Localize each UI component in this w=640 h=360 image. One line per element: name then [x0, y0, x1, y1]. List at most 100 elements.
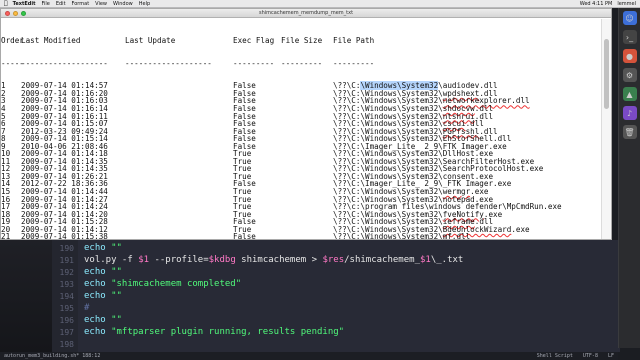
clock[interactable]: Wed 4:11 PM	[580, 1, 613, 7]
line-number: 196	[59, 315, 74, 325]
divider-cell: -----	[1, 58, 24, 68]
code-editor[interactable]: 190 echo "" 191 vol.py -f $1 --profile=$kdb…	[52, 240, 620, 352]
table-cell	[125, 82, 233, 90]
dock: ☺ ›_ ● ⚙ ▲ ♪ 🗑	[618, 8, 640, 348]
status-file-info: autorun_mem3_building.sh* 188:12	[4, 353, 101, 359]
code-text: echo ""	[84, 267, 122, 277]
table-cell	[125, 113, 233, 121]
table-cell	[125, 188, 233, 196]
line-number: 192	[59, 267, 74, 277]
table-cell	[281, 90, 333, 98]
status-encoding[interactable]: UTF-8	[583, 353, 598, 359]
table-cell	[281, 113, 333, 121]
table-cell	[125, 120, 233, 128]
table-cell	[125, 128, 233, 136]
line-number: 190	[59, 243, 74, 253]
window-title: shimcachemem_memdump_mem_txt	[258, 10, 354, 16]
settings-icon[interactable]: ⚙	[622, 68, 637, 82]
document-text[interactable]: Order Last Modified Last Update Exec Fla…	[1, 19, 601, 239]
file-path-cell: \??\C:\Windows\System32\mf.dll	[333, 232, 471, 239]
table-cell	[281, 165, 333, 173]
line-number: 193	[59, 279, 74, 289]
textedit-window: shimcachemem_memdump_mem_txt Order Last …	[0, 8, 612, 240]
divider-cell: ---------	[233, 58, 275, 68]
apple-icon[interactable]: 	[4, 0, 8, 7]
menu-textedit[interactable]: TextEdit	[13, 1, 36, 7]
divider-cell: ---------	[281, 58, 323, 68]
table-cell	[281, 120, 333, 128]
code-line: 197 echo "mftparser plugin running, resul…	[52, 326, 345, 338]
table-cell	[281, 173, 333, 181]
table-cell	[281, 105, 333, 113]
trash-icon[interactable]: 🗑	[622, 125, 637, 139]
header-cell: Last Update	[125, 36, 176, 46]
code-text: vol.py -f $1 --profile=$kdbg shimcacheme…	[84, 255, 464, 265]
table-cell	[281, 143, 333, 151]
code-text: echo "mftparser plugin running, results …	[84, 327, 345, 337]
table-cell	[125, 218, 233, 226]
table-row: 21 2009-07-14 01:15:38 False \??\C:\Windows…	[1, 233, 601, 239]
menu-help[interactable]: Help	[139, 1, 150, 7]
window-titlebar[interactable]: shimcachemem_memdump_mem_txt	[1, 9, 611, 18]
table-cell	[281, 233, 333, 239]
terminal-icon[interactable]: ›_	[622, 30, 637, 44]
table-cell	[125, 180, 233, 188]
table-cell	[281, 226, 333, 234]
table-header-row: Order Last Modified Last Update Exec Fla…	[1, 37, 601, 45]
table-cell	[281, 211, 333, 219]
vertical-scrollbar[interactable]	[601, 19, 611, 239]
table-cell	[125, 97, 233, 105]
status-language[interactable]: Shell Script	[537, 353, 573, 359]
table-cell	[125, 196, 233, 204]
table-cell	[281, 158, 333, 166]
line-number: 198	[59, 339, 74, 349]
app-icon[interactable]: ●	[622, 49, 637, 63]
menu-format[interactable]: Format	[72, 1, 90, 7]
menu-edit[interactable]: Edit	[56, 1, 66, 7]
desktop-background	[0, 240, 52, 352]
menu-window[interactable]: Window	[113, 1, 133, 7]
table-cell	[125, 165, 233, 173]
table-divider-row: ----- ------------------- --------------…	[1, 60, 601, 68]
code-line: 192 echo ""	[52, 266, 122, 278]
code-line: 198	[52, 338, 84, 350]
table-cell	[281, 150, 333, 158]
table-cell	[125, 105, 233, 113]
header-cell: File Size	[281, 36, 323, 46]
table-cell	[281, 203, 333, 211]
app-icon[interactable]: ♪	[622, 106, 637, 120]
code-line: 191 vol.py -f $1 --profile=$kdbg shimcach…	[52, 254, 464, 266]
code-line: 194 echo ""	[52, 290, 122, 302]
code-line: 196 echo ""	[52, 314, 122, 326]
menu-view[interactable]: View	[95, 1, 107, 7]
scrollbar-thumb[interactable]	[604, 39, 609, 109]
table-cell	[125, 135, 233, 143]
table-cell: 21	[1, 232, 11, 239]
table-cell	[281, 135, 333, 143]
table-cell	[281, 196, 333, 204]
table-cell	[125, 203, 233, 211]
table-cell	[125, 90, 233, 98]
table-cell	[125, 226, 233, 234]
status-line-ending[interactable]: LF	[608, 353, 614, 359]
menu-bar-status: Wed 4:11 PM lemmel	[575, 1, 636, 7]
table-cell	[281, 188, 333, 196]
user-name[interactable]: lemmel	[617, 1, 636, 7]
table-cell	[125, 233, 233, 239]
code-text: #	[84, 303, 90, 313]
divider-cell: ---------	[333, 58, 375, 68]
app-icon[interactable]: ▲	[622, 87, 637, 101]
header-cell: File Path	[333, 36, 375, 46]
editor-status-bar: autorun_mem3_building.sh* 188:12 Shell S…	[0, 352, 618, 360]
table-cell	[281, 128, 333, 136]
menu-file[interactable]: File	[41, 1, 49, 7]
line-number: 194	[59, 291, 74, 301]
code-text: echo "shimcachemem completed"	[84, 279, 242, 289]
code-text: echo ""	[84, 291, 122, 301]
finder-icon[interactable]: ☺	[622, 11, 637, 25]
line-number: 195	[59, 303, 74, 313]
code-line: 190 echo ""	[52, 242, 122, 254]
code-line: 195 #	[52, 302, 90, 314]
header-cell: Order	[1, 36, 24, 46]
table-cell	[125, 150, 233, 158]
